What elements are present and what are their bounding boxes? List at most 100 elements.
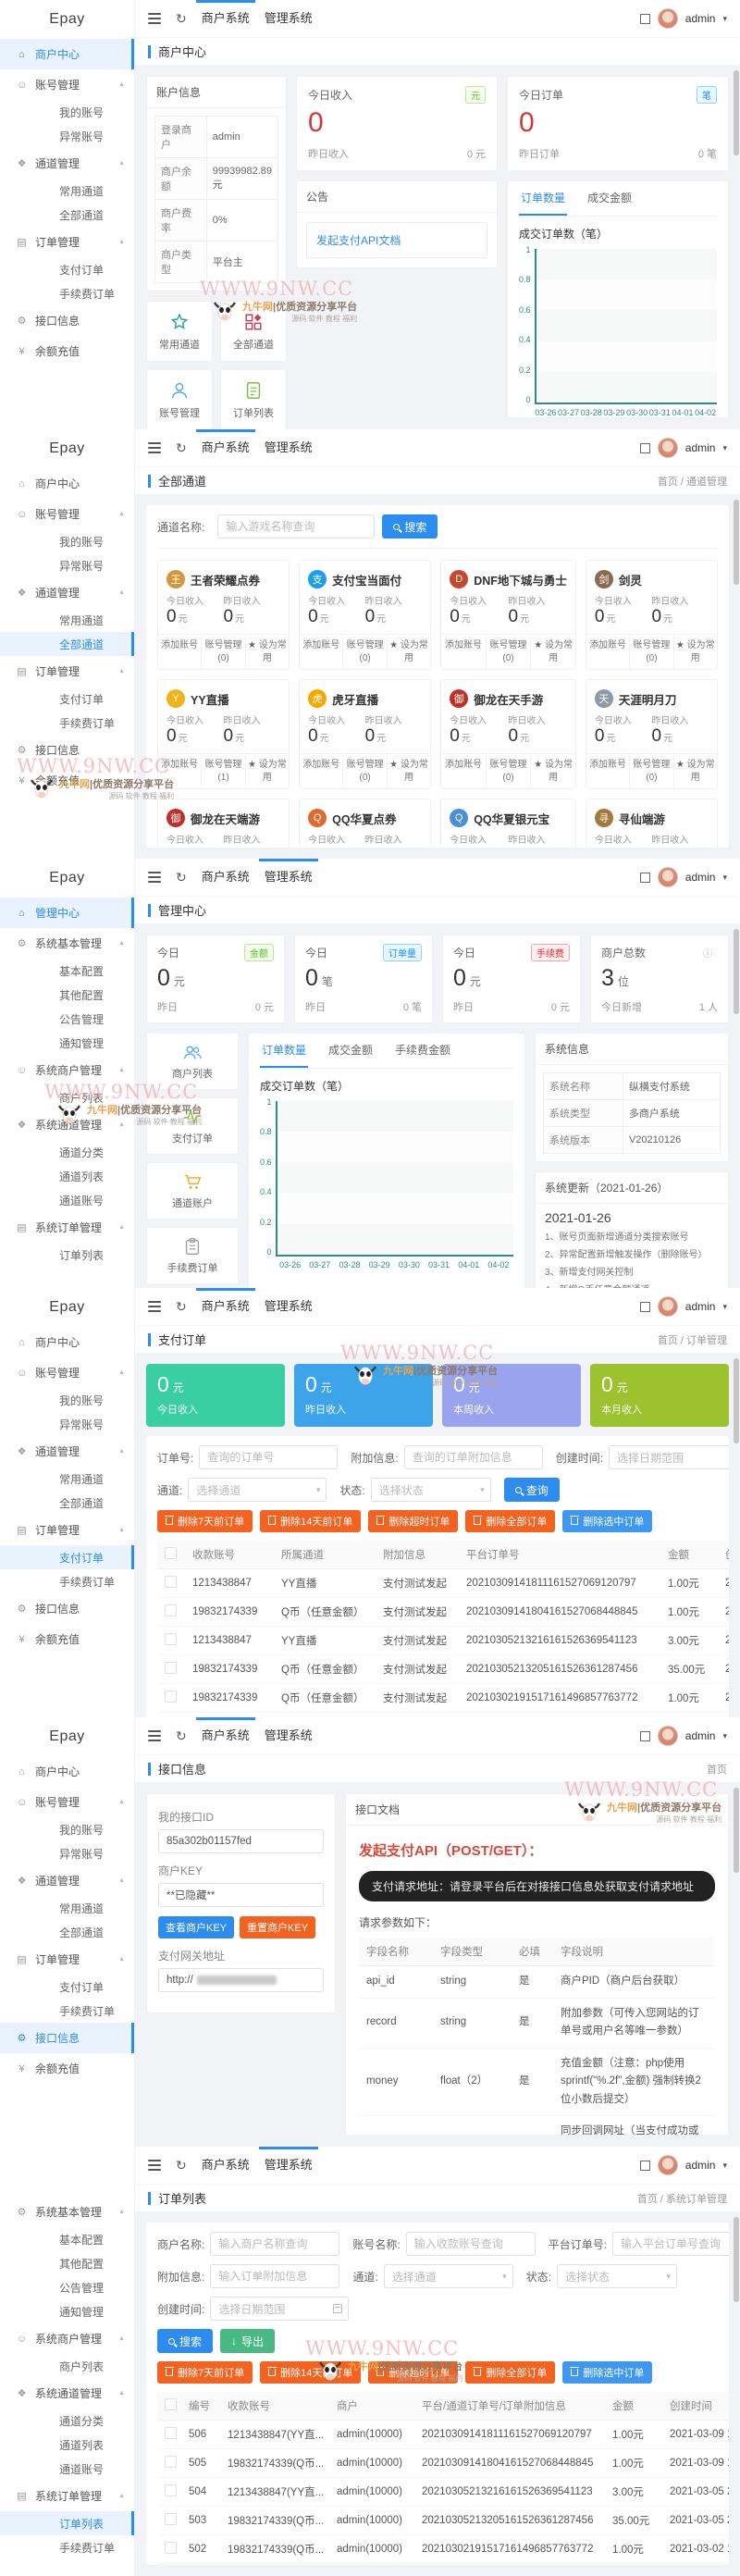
delete-orders-button[interactable]: 删除14天前订单 (260, 2361, 361, 2384)
sidebar-item[interactable]: ⌂ 商户中心 (0, 468, 134, 499)
sidebar-item[interactable]: 商户列表 (0, 1085, 134, 1109)
set-favorite-button[interactable]: ★ 设为常用 (673, 635, 717, 669)
fullscreen-icon[interactable] (640, 1302, 650, 1312)
sidebar-item[interactable]: 异常账号 (0, 1841, 134, 1865)
sidebar-item[interactable]: ⚙ 系统基本管理 ▲ (0, 2197, 134, 2227)
sidebar-item[interactable]: ⌂ 商户中心 (0, 39, 134, 69)
sidebar-item[interactable]: 订单列表 (0, 2511, 134, 2535)
sidebar-item[interactable]: ❖ 通道管理 ▲ (0, 577, 134, 608)
collapse-menu-icon[interactable] (148, 442, 161, 453)
delete-orders-button[interactable]: 删除7天前订单 (157, 1510, 253, 1532)
sidebar-item[interactable]: ▤ 订单管理 ▲ (0, 1944, 134, 1975)
delete-orders-button[interactable]: 删除选中订单 (562, 2361, 652, 2384)
delete-orders-button[interactable]: 删除7天前订单 (157, 2361, 253, 2384)
sidebar-item[interactable]: ⚙ 接口信息 (0, 1593, 134, 1624)
sidebar-item[interactable]: 通道账号 (0, 1188, 134, 1212)
sidebar-item[interactable]: 手续费订单 (0, 281, 134, 305)
status-select[interactable]: 选择状态▾ (557, 2264, 677, 2288)
sidebar-item[interactable]: 通知管理 (0, 2299, 134, 2323)
export-button[interactable]: ↓导出 (220, 2329, 275, 2353)
date-range-input[interactable]: 选择日期范围 (609, 1445, 729, 1469)
sidebar-item[interactable]: 公告管理 (0, 1007, 134, 1031)
order-no-input[interactable] (199, 1445, 338, 1469)
shortcut-order-list[interactable]: 订单列表 (220, 369, 287, 429)
tab-merchant-system[interactable]: 商户系统 (202, 2147, 250, 2184)
fullscreen-icon[interactable] (640, 1731, 650, 1741)
status-select[interactable]: 选择状态▾ (371, 1478, 491, 1502)
scrollbar[interactable] (734, 1358, 739, 1443)
manage-account-button[interactable]: 账号管理(0) (201, 635, 244, 669)
sidebar-item[interactable]: 支付订单 (0, 1545, 134, 1569)
collapse-menu-icon[interactable] (148, 2160, 161, 2171)
refresh-icon[interactable]: ↻ (176, 1728, 187, 1744)
sidebar-item[interactable]: 通知管理 (0, 1031, 134, 1055)
search-button[interactable]: 搜索 (382, 514, 438, 539)
set-favorite-button[interactable]: ★ 设为常用 (387, 635, 430, 669)
set-favorite-button[interactable]: ★ 设为常用 (245, 754, 289, 788)
sidebar-item[interactable]: ¥ 余额充值 (0, 2053, 134, 2084)
sidebar-item[interactable]: ⚙ 接口信息 (0, 2023, 134, 2053)
select-all-checkbox[interactable] (165, 2398, 177, 2410)
avatar[interactable] (658, 2155, 678, 2175)
tab-fee-amount[interactable]: 手续费金额 (393, 1034, 452, 1068)
tab-merchant-system[interactable]: 商户系统 (202, 0, 250, 37)
collapse-menu-icon[interactable] (148, 1301, 161, 1312)
sidebar-item[interactable]: 商户列表 (0, 2354, 134, 2378)
shortcut-account-manage[interactable]: 账号管理 (146, 369, 213, 429)
sidebar-item[interactable]: ▤ 订单管理 ▲ (0, 656, 134, 687)
sidebar-item[interactable]: ☺ 系统商户管理 ▲ (0, 2323, 134, 2354)
sidebar-item[interactable]: ☺ 账号管理 ▲ (0, 1787, 134, 1817)
user-menu[interactable]: admin (685, 1729, 716, 1742)
sidebar-item[interactable]: ❖ 通道管理 ▲ (0, 1436, 134, 1467)
avatar[interactable] (658, 1726, 678, 1746)
scrollbar[interactable] (734, 500, 739, 585)
manage-account-button[interactable]: 账号管理(0) (342, 754, 386, 788)
platform-order-no-input[interactable] (612, 2232, 729, 2256)
sidebar-item[interactable]: 我的账号 (0, 100, 134, 124)
tab-admin-system[interactable]: 管理系统 (265, 1288, 313, 1325)
sidebar-item[interactable]: ⌂ 商户中心 (0, 1756, 134, 1787)
sidebar-item[interactable]: 手续费订单 (0, 1569, 134, 1593)
sidebar-item[interactable]: 其他配置 (0, 2251, 134, 2275)
sidebar-item[interactable]: ▤ 订单管理 ▲ (0, 1515, 134, 1545)
sidebar-item[interactable]: 通道列表 (0, 1164, 134, 1188)
user-menu[interactable]: admin (685, 441, 716, 454)
select-all-checkbox[interactable] (165, 1547, 177, 1559)
order-row[interactable]: 19832174339Q币（任意金额）支付测试发起202103052132051… (157, 1655, 729, 1684)
channel-search-input[interactable] (217, 514, 375, 539)
collapse-menu-icon[interactable] (148, 872, 161, 883)
sidebar-item[interactable]: ¥ 余额充值 (0, 765, 134, 796)
sidebar-item[interactable]: 支付订单 (0, 1975, 134, 1999)
shortcut-merchant-list[interactable]: 商户列表 (146, 1033, 239, 1090)
sidebar-item[interactable]: 其他配置 (0, 983, 134, 1007)
order-row[interactable]: 19832174339Q币（任意金额）支付测试发起202103091418041… (157, 1598, 729, 1627)
row-checkbox[interactable] (165, 1604, 177, 1616)
order-row[interactable]: 500yyt43776469(YY...admin(10000)20210302… (157, 2564, 729, 2566)
sidebar-item[interactable]: ⚙ 接口信息 (0, 305, 134, 336)
sidebar-item[interactable]: 基本配置 (0, 959, 134, 983)
tab-admin-system[interactable]: 管理系统 (265, 0, 313, 37)
refresh-icon[interactable]: ↻ (176, 440, 187, 456)
manage-account-button[interactable]: 账号管理(0) (486, 635, 531, 669)
collapse-menu-icon[interactable] (148, 13, 161, 24)
row-checkbox[interactable] (165, 2427, 177, 2439)
avatar[interactable] (658, 8, 678, 29)
shortcut-common-channels[interactable]: 常用通道 (146, 301, 213, 362)
sidebar-item[interactable]: 常用通道 (0, 1896, 134, 1920)
order-row[interactable]: 1213438847YY直播支付测试发起20210305213216161526… (157, 1627, 729, 1655)
sidebar-item[interactable]: ▤ 系统订单管理 ▲ (0, 2481, 134, 2511)
row-checkbox[interactable] (165, 1690, 177, 1703)
delete-orders-button[interactable]: 删除选中订单 (562, 1510, 652, 1532)
sidebar-item[interactable]: ⌂ 商户中心 (0, 1327, 134, 1357)
tab-merchant-system[interactable]: 商户系统 (202, 429, 250, 466)
sidebar-item[interactable]: ¥ 余额充值 (0, 1624, 134, 1654)
tab-order-count[interactable]: 订单数量 (260, 1034, 308, 1068)
collapse-menu-icon[interactable] (148, 1730, 161, 1741)
delete-orders-button[interactable]: 删除全部订单 (465, 2361, 555, 2384)
tab-admin-system[interactable]: 管理系统 (265, 1717, 313, 1754)
order-row[interactable]: 50219832174339(Q币...admin(10000)20210302… (157, 2535, 729, 2564)
scrollbar[interactable] (734, 70, 739, 155)
avatar[interactable] (658, 438, 678, 458)
extra-info-input[interactable] (210, 2264, 339, 2288)
refresh-icon[interactable]: ↻ (176, 1299, 187, 1315)
